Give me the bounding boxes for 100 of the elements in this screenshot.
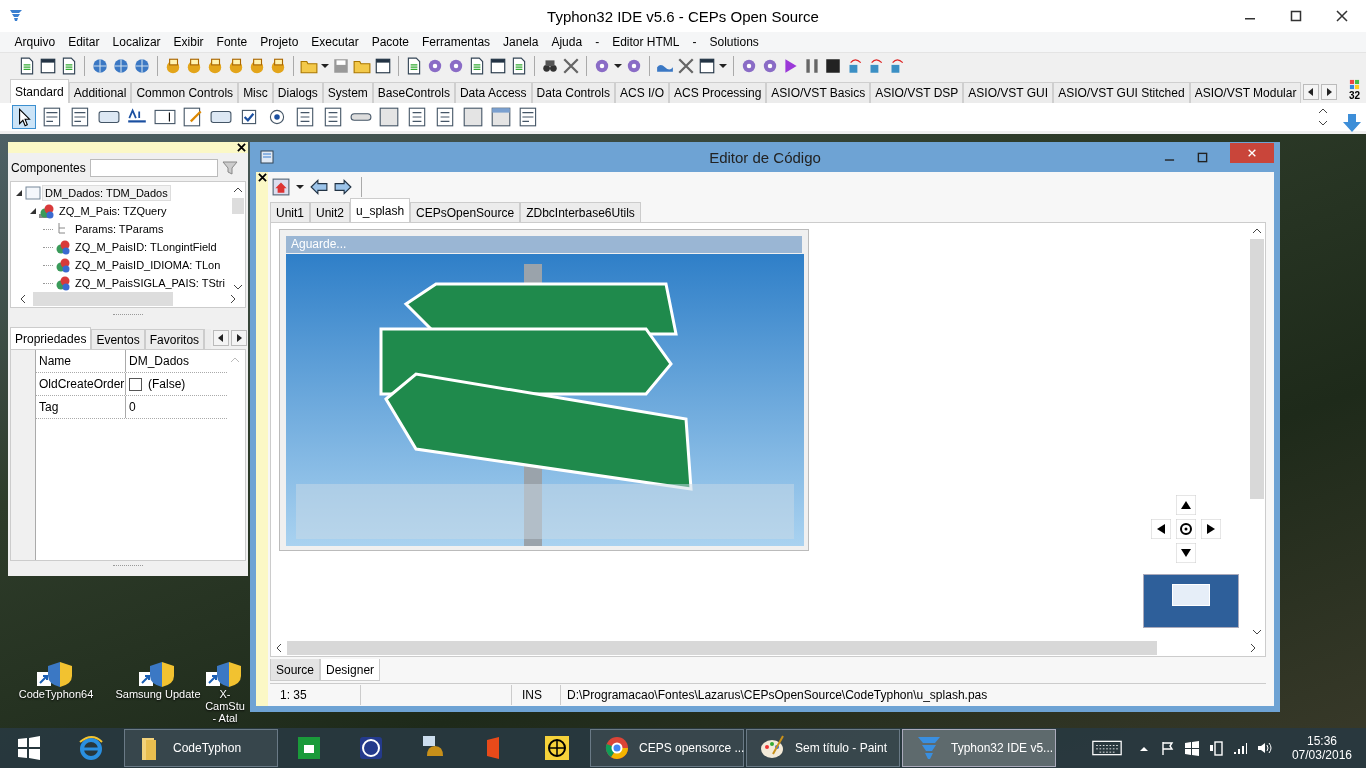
menu-item[interactable]: Ferramentas <box>415 35 497 49</box>
window-icon[interactable] <box>39 57 57 75</box>
form-preview[interactable] <box>1143 574 1239 628</box>
file-tab[interactable]: Unit2 <box>310 202 351 222</box>
speaker-icon[interactable] <box>1255 740 1272 756</box>
checkbox[interactable] <box>129 377 142 391</box>
palette-tab[interactable]: Data Access <box>454 82 532 103</box>
file-tab[interactable]: u_splash <box>350 198 411 222</box>
palette-tab[interactable]: Common Controls <box>131 82 239 103</box>
close-icon[interactable] <box>237 143 246 152</box>
menu-item[interactable]: Janela <box>496 35 545 49</box>
list-component-icon[interactable] <box>406 106 428 128</box>
scroll-right-icon[interactable] <box>1321 84 1338 100</box>
clock-time[interactable]: 15:36 <box>1306 734 1337 748</box>
back-arrow-icon[interactable] <box>310 178 328 196</box>
home-icon[interactable] <box>272 178 290 196</box>
menu-item[interactable]: Ajuda <box>544 35 589 49</box>
pointer-icon[interactable] <box>12 105 36 129</box>
binoculars-icon[interactable] <box>541 57 559 75</box>
palette-tab[interactable]: Data Controls <box>531 82 615 103</box>
menu-item[interactable]: Executar <box>304 35 366 49</box>
inspector-tab[interactable]: Propriedades <box>10 327 92 349</box>
forward-arrow-icon[interactable] <box>334 178 352 196</box>
menu-item[interactable]: Solutions <box>703 35 766 49</box>
view-tab[interactable]: Designer <box>320 659 381 681</box>
flag-icon[interactable] <box>1159 740 1176 756</box>
gear-icon[interactable] <box>625 57 643 75</box>
caret-icon[interactable] <box>296 183 304 191</box>
keyboard-icon[interactable] <box>1091 739 1122 757</box>
globe-icon[interactable] <box>543 734 571 762</box>
tree-item[interactable]: ZQ_M_Pais: TZQuery <box>57 204 169 218</box>
gear-icon[interactable] <box>593 57 611 75</box>
scroll-up-icon[interactable] <box>233 186 243 194</box>
menu-item[interactable]: - <box>686 35 703 49</box>
tree-item[interactable]: ZQ_M_PaisID_IDIOMA: TLon <box>73 258 223 272</box>
file-tab[interactable]: ZDbcInterbase6Utils <box>520 202 641 222</box>
palette-tab[interactable]: ASIO/VST GUI <box>963 82 1054 103</box>
taskbar-button[interactable]: Sem título - Paint <box>746 729 900 767</box>
panel-component-icon[interactable] <box>462 106 484 128</box>
doc-icon[interactable] <box>468 57 486 75</box>
view-tab[interactable]: Source <box>270 659 321 681</box>
scroll-down-icon[interactable] <box>233 283 243 291</box>
tree-item[interactable]: ZQ_M_PaisID: TLongintField <box>73 240 219 254</box>
gear-icon[interactable] <box>426 57 444 75</box>
memo-component-icon[interactable] <box>182 106 204 128</box>
window-icon[interactable] <box>698 57 716 75</box>
menu-item[interactable]: Editar <box>61 35 107 49</box>
palette-tab[interactable]: ASIO/VST Basics <box>766 82 871 103</box>
scrollbar-thumb[interactable] <box>1250 239 1264 499</box>
scroll-left-icon[interactable] <box>213 330 230 346</box>
scroll-left-icon[interactable] <box>1303 84 1320 100</box>
palette-tab[interactable]: Standard <box>10 79 69 103</box>
taskbar-button[interactable]: Typhon32 IDE v5... <box>902 729 1056 767</box>
tree-item[interactable]: DM_Dados: TDM_Dados <box>43 186 170 200</box>
palette-tab[interactable]: Misc <box>238 82 273 103</box>
scroll-right-icon[interactable] <box>1249 643 1257 653</box>
doc-icon[interactable] <box>405 57 423 75</box>
property-value[interactable]: DM_Dados <box>129 354 190 368</box>
tool-icon[interactable] <box>677 57 695 75</box>
menu-item[interactable]: Pacote <box>365 35 416 49</box>
menu-item[interactable]: Fonte <box>210 35 254 49</box>
palette-tab[interactable]: BaseControls <box>372 82 455 103</box>
palette-tab[interactable]: ASIO/VST GUI Stitched <box>1053 82 1190 103</box>
shortcut-label[interactable]: X-CamStu - Atal <box>202 688 248 724</box>
right-arrow-icon[interactable] <box>1201 519 1221 539</box>
window-icon[interactable] <box>489 57 507 75</box>
windows-icon[interactable] <box>1183 740 1200 756</box>
frame-component-icon[interactable] <box>490 106 512 128</box>
stop-icon[interactable] <box>824 57 842 75</box>
center-icon[interactable] <box>1176 519 1196 539</box>
scrollbar-thumb[interactable] <box>232 198 244 214</box>
palette-tab[interactable]: ASIO/VST Modular <box>1189 82 1302 103</box>
palette-tab[interactable]: ACS I/O <box>614 82 669 103</box>
shortcut-label[interactable]: CodeTyphon64 <box>18 688 94 700</box>
scrollbar-thumb[interactable] <box>287 641 1157 655</box>
file-tab[interactable]: CEPsOpenSource <box>410 202 521 222</box>
battery-icon[interactable] <box>1207 740 1224 756</box>
palette-tab[interactable]: Additional <box>68 82 132 103</box>
scroll-left-icon[interactable] <box>275 643 283 653</box>
inspector-tab[interactable]: Favoritos <box>144 329 205 349</box>
palette-tab[interactable]: Dialogs <box>272 82 323 103</box>
list-component-icon[interactable] <box>294 106 316 128</box>
scroll-up-icon[interactable] <box>1318 107 1328 115</box>
gear-icon[interactable] <box>447 57 465 75</box>
search-field[interactable] <box>89 159 218 177</box>
question-mark-icon[interactable] <box>357 734 385 762</box>
caret-icon[interactable] <box>614 62 622 70</box>
left-arrow-icon[interactable] <box>1151 519 1171 539</box>
gear-icon[interactable] <box>740 57 758 75</box>
tree-item[interactable]: Params: TParams <box>73 222 166 236</box>
tree-item[interactable]: ZQ_M_PaisSIGLA_PAIS: TStri <box>73 276 227 290</box>
down-arrow-icon[interactable] <box>1176 543 1196 563</box>
palette-tab[interactable]: System <box>322 82 373 103</box>
up-arrow-icon[interactable] <box>1176 495 1196 515</box>
menu-item[interactable]: Localizar <box>106 35 168 49</box>
pause-icon[interactable] <box>803 57 821 75</box>
menu-item[interactable]: Projeto <box>253 35 305 49</box>
taskbar-button[interactable]: CodeTyphon <box>124 729 278 767</box>
signal-icon[interactable] <box>1231 740 1248 756</box>
scroll-down-icon[interactable] <box>1318 119 1328 127</box>
